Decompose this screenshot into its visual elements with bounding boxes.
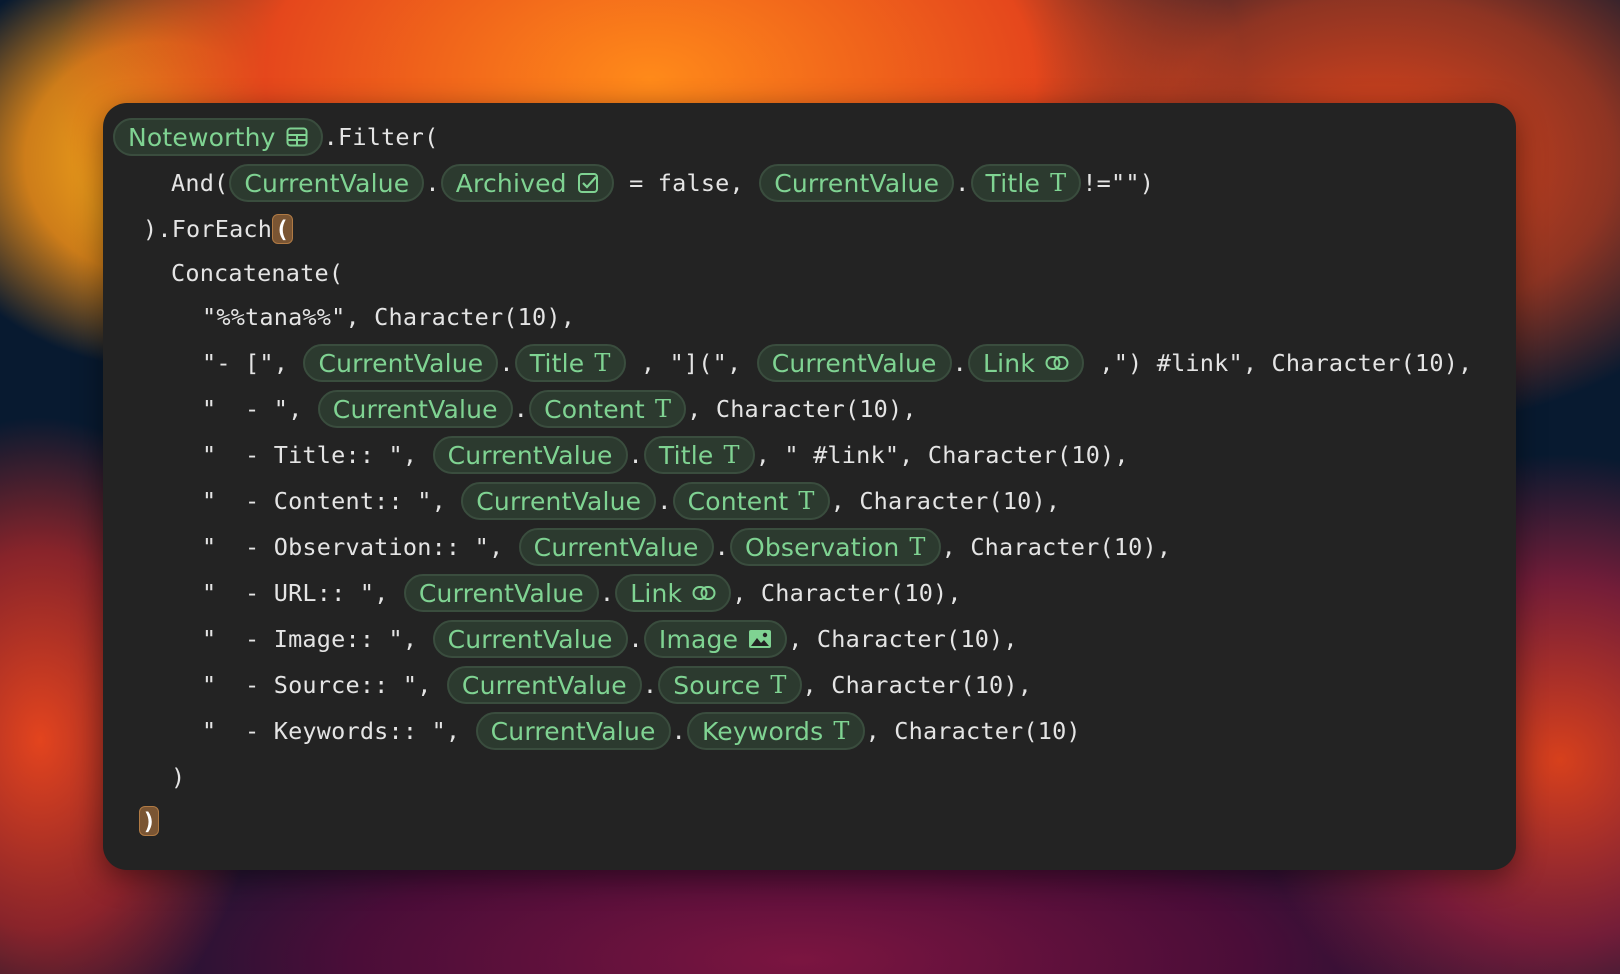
text-type-icon: T	[1050, 169, 1067, 197]
field-chip-title[interactable]: Title T	[514, 344, 626, 382]
field-chip-current-value[interactable]: CurrentValue	[432, 620, 628, 658]
link-icon	[692, 585, 716, 601]
code-line: " - ", CurrentValue . Content T , Charac…	[202, 389, 917, 429]
code-line: " - Source:: ", CurrentValue . Source T …	[202, 665, 1032, 705]
link-icon	[1045, 355, 1069, 371]
field-chip-current-value[interactable]: CurrentValue	[446, 666, 642, 704]
field-chip-current-value[interactable]: CurrentValue	[403, 574, 599, 612]
field-chip-title[interactable]: Title T	[970, 164, 1082, 202]
field-chip-title[interactable]: Title T	[643, 436, 755, 474]
table-icon	[286, 127, 308, 147]
code-line: ).ForEach(	[143, 209, 293, 249]
field-chip-current-value[interactable]: CurrentValue	[759, 164, 955, 202]
image-icon	[748, 629, 772, 649]
field-chip-content[interactable]: Content T	[672, 482, 830, 520]
text-type-icon: T	[798, 487, 815, 515]
field-chip-observation[interactable]: Observation T	[729, 528, 941, 566]
field-chip-current-value[interactable]: CurrentValue	[432, 436, 628, 474]
code-line: " - Content:: ", CurrentValue . Content …	[202, 481, 1060, 521]
code-line: Noteworthy .Filter(	[112, 117, 438, 157]
text-type-icon: T	[723, 441, 740, 469]
field-chip-current-value[interactable]: CurrentValue	[518, 528, 714, 566]
checkbox-icon	[577, 172, 599, 194]
field-chip-archived[interactable]: Archived	[440, 164, 614, 202]
code-line: " - Title:: ", CurrentValue . Title T , …	[202, 435, 1129, 475]
text-type-icon: T	[833, 717, 850, 745]
field-chip-current-value[interactable]: CurrentValue	[756, 344, 952, 382]
code-line: " - URL:: ", CurrentValue . Link , Chara…	[202, 573, 962, 613]
field-chip-image[interactable]: Image	[643, 620, 788, 658]
code-line: )	[171, 763, 186, 791]
code-line: Concatenate(	[171, 259, 344, 287]
code-line: " - Observation:: ", CurrentValue . Obse…	[202, 527, 1171, 567]
field-chip-current-value[interactable]: CurrentValue	[475, 712, 671, 750]
field-chip-current-value[interactable]: CurrentValue	[303, 344, 499, 382]
matched-paren-highlight: (	[272, 214, 293, 244]
field-chip-content[interactable]: Content T	[529, 390, 687, 428]
code-line: "%%tana%%", Character(10),	[202, 303, 576, 331]
code-line: And( CurrentValue . Archived = false, Cu…	[171, 163, 1154, 203]
text-type-icon: T	[909, 533, 926, 561]
text-type-icon: T	[654, 395, 672, 423]
text-type-icon: T	[594, 349, 611, 377]
field-chip-link[interactable]: Link	[615, 574, 732, 612]
field-chip-current-value[interactable]: CurrentValue	[229, 164, 425, 202]
field-chip-noteworthy[interactable]: Noteworthy	[113, 118, 323, 156]
code-line: " - Keywords:: ", CurrentValue . Keyword…	[202, 711, 1081, 751]
field-chip-current-value[interactable]: CurrentValue	[317, 390, 513, 428]
code-line: " - Image:: ", CurrentValue . Image , Ch…	[202, 619, 1018, 659]
field-chip-source[interactable]: Source T	[658, 666, 802, 704]
matched-paren-highlight: )	[139, 806, 160, 836]
field-chip-keywords[interactable]: Keywords T	[686, 712, 865, 750]
field-chip-current-value[interactable]: CurrentValue	[461, 482, 657, 520]
field-chip-link[interactable]: Link	[968, 344, 1084, 382]
formula-editor[interactable]: Noteworthy .Filter( And( CurrentValue . …	[103, 103, 1516, 870]
text-type-icon: T	[770, 671, 787, 699]
code-line: "- [", CurrentValue . Title T , "](", Cu…	[202, 343, 1472, 383]
code-line: )	[139, 801, 160, 841]
